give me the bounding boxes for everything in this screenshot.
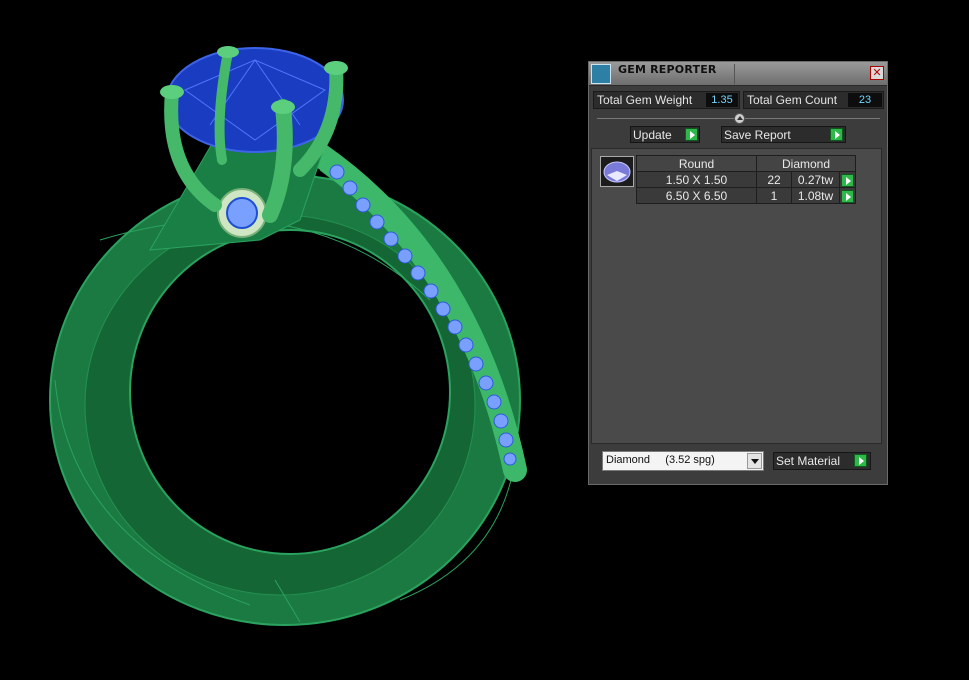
play-arrow-icon (854, 454, 867, 467)
total-gem-weight-value: 1.35 (706, 93, 738, 107)
header-shape: Round (636, 155, 757, 172)
update-label: Update (633, 128, 672, 142)
table-row[interactable]: 1.50 X 1.50 22 0.27tw (636, 171, 856, 188)
panel-titlebar[interactable]: GEM REPORTER ✕ (589, 62, 887, 86)
gem-list[interactable]: Round Diamond 1.50 X 1.50 22 0.27tw 6.50… (591, 148, 882, 444)
total-gem-weight: Total Gem Weight 1.35 (593, 91, 740, 109)
ring-shank (49, 169, 521, 626)
play-arrow-icon (685, 128, 698, 141)
row-action[interactable] (839, 171, 856, 188)
panel-title: GEM REPORTER (618, 63, 717, 76)
play-arrow-icon (830, 128, 843, 141)
slider-handle[interactable] (734, 113, 745, 124)
gem-count: 22 (756, 171, 792, 188)
total-gem-weight-label: Total Gem Weight (597, 93, 693, 107)
title-divider (734, 64, 735, 84)
gem-weight: 1.08tw (791, 187, 840, 204)
save-report-label: Save Report (724, 128, 791, 142)
material-dropdown[interactable]: Diamond (3.52 spg) (602, 451, 764, 471)
gem-size: 6.50 X 6.50 (636, 187, 757, 204)
gem-size: 1.50 X 1.50 (636, 171, 757, 188)
close-button[interactable]: ✕ (870, 66, 884, 80)
save-report-button[interactable]: Save Report (721, 126, 846, 143)
table-header-row: Round Diamond (636, 155, 856, 172)
play-arrow-icon[interactable] (841, 189, 854, 203)
round-gem-icon (600, 156, 634, 187)
gem-weight: 0.27tw (791, 171, 840, 188)
play-arrow-icon[interactable] (841, 173, 854, 187)
row-action[interactable] (839, 187, 856, 204)
gem-count: 1 (756, 187, 792, 204)
material-selected: Diamond (3.52 spg) (606, 454, 715, 466)
set-material-label: Set Material (776, 454, 841, 468)
total-gem-count-value: 23 (848, 93, 882, 107)
chevron-down-icon[interactable] (747, 453, 762, 469)
gem-reporter-panel: GEM REPORTER ✕ Total Gem Weight 1.35 Tot… (588, 61, 888, 485)
gem-reporter-icon (591, 64, 611, 84)
header-material: Diamond (756, 155, 856, 172)
set-material-button[interactable]: Set Material (773, 452, 871, 470)
update-button[interactable]: Update (630, 126, 700, 143)
total-gem-count: Total Gem Count 23 (743, 91, 884, 109)
table-row[interactable]: 6.50 X 6.50 1 1.08tw (636, 187, 856, 204)
gem-table: Round Diamond 1.50 X 1.50 22 0.27tw 6.50… (636, 155, 856, 204)
total-gem-count-label: Total Gem Count (747, 93, 838, 107)
